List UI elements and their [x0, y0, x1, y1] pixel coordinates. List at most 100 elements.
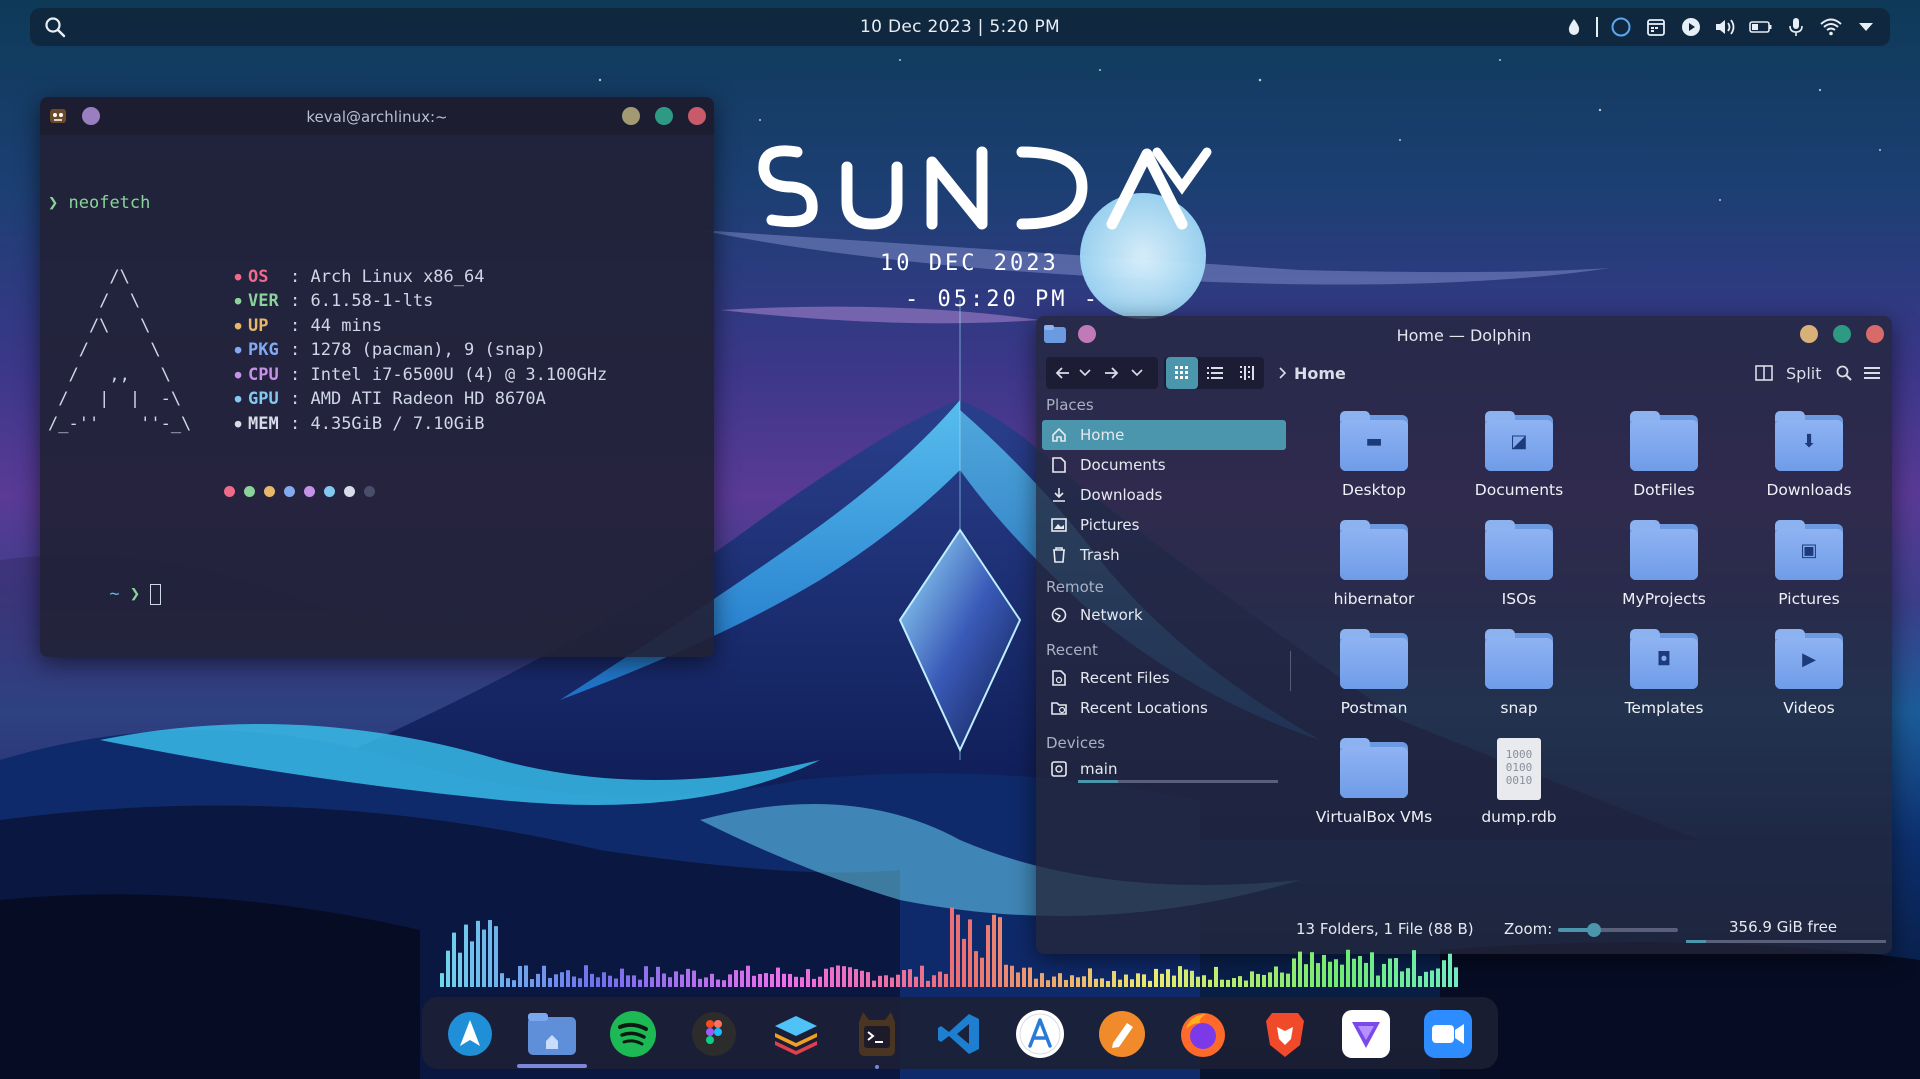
brave-icon[interactable]: [1257, 1006, 1313, 1062]
visualizer-bar: [980, 957, 984, 987]
zoom-slider[interactable]: [1558, 923, 1678, 937]
file-item[interactable]: ▣ Pictures: [1739, 520, 1879, 608]
file-item[interactable]: ◪ Documents: [1449, 411, 1589, 499]
split-button[interactable]: Split: [1786, 357, 1821, 389]
terminal-titlebar[interactable]: keval@archlinux:~: [40, 97, 714, 135]
file-item[interactable]: ISOs: [1449, 520, 1589, 608]
file-item[interactable]: MyProjects: [1594, 520, 1734, 608]
close-button[interactable]: [688, 107, 706, 125]
info-bullet-icon: ●: [234, 416, 242, 430]
file-name: Documents: [1474, 481, 1564, 499]
visualizer-bar: [1286, 973, 1290, 987]
visualizer-bar: [908, 969, 912, 987]
zoom-slider-handle[interactable]: [1587, 923, 1601, 937]
visualizer-bar: [746, 965, 750, 987]
search-icon[interactable]: [1832, 357, 1856, 389]
chevron-down-icon[interactable]: [1853, 15, 1878, 39]
file-name: Templates: [1624, 699, 1704, 717]
visualizer-bar: [1280, 972, 1284, 987]
firefox-icon[interactable]: [1175, 1006, 1231, 1062]
file-item[interactable]: snap: [1449, 629, 1589, 717]
zoom-icon[interactable]: [1420, 1006, 1476, 1062]
sidebar-item-recent-locations[interactable]: Recent Locations: [1042, 693, 1286, 723]
back-arrow-icon[interactable]: [1052, 357, 1074, 389]
logo-line: / ,, \: [48, 364, 171, 385]
play-icon[interactable]: [1678, 15, 1703, 39]
split-view-icon[interactable]: [1752, 357, 1776, 389]
device-usage-bar: [1078, 780, 1278, 783]
files-icon[interactable]: [524, 1006, 580, 1062]
calendar-icon[interactable]: [1643, 15, 1668, 39]
close-button[interactable]: [1866, 325, 1884, 343]
visualizer-bar: [728, 974, 732, 987]
circle-icon[interactable]: [1608, 15, 1633, 39]
visualizer-bar: [722, 980, 726, 987]
drop-icon[interactable]: [1561, 15, 1586, 39]
file-item[interactable]: ⬇ Downloads: [1739, 411, 1879, 499]
visualizer-bar: [458, 952, 462, 987]
inkscape-pen-icon[interactable]: [1094, 1006, 1150, 1062]
running-app-dot: [875, 1065, 879, 1069]
sidebar-item-network[interactable]: Network: [1042, 600, 1286, 630]
maximize-button[interactable]: [655, 107, 673, 125]
file-item[interactable]: ◘ Templates: [1594, 629, 1734, 717]
sidebar-item-pictures[interactable]: Pictures: [1042, 510, 1286, 540]
templates-folder-icon: ◘: [1628, 629, 1700, 691]
visualizer-bar: [890, 977, 894, 987]
icons-view-icon[interactable]: [1166, 357, 1198, 389]
back-history-chevron-icon[interactable]: [1076, 357, 1094, 389]
visualizer-bar: [764, 973, 768, 987]
battery-icon[interactable]: [1748, 15, 1773, 39]
visualizer-bar: [566, 970, 570, 987]
minimize-button[interactable]: [622, 107, 640, 125]
sidebar-item-documents[interactable]: Documents: [1042, 450, 1286, 480]
sidebar-item-main[interactable]: main: [1042, 754, 1286, 784]
maximize-button[interactable]: [1833, 325, 1851, 343]
sidebar-item-trash[interactable]: Trash: [1042, 540, 1286, 570]
visualizer-bar: [1040, 973, 1044, 987]
palette-dot: [324, 485, 335, 497]
figma-icon[interactable]: [686, 1006, 742, 1062]
minimize-button[interactable]: [1800, 325, 1818, 343]
volume-icon[interactable]: [1713, 15, 1738, 39]
terminal-icon[interactable]: [849, 1006, 905, 1062]
file-item[interactable]: hibernator: [1304, 520, 1444, 608]
file-item[interactable]: DotFiles: [1594, 411, 1734, 499]
visualizer-bar: [1310, 952, 1314, 987]
visualizer-bar: [1034, 978, 1038, 987]
proton-vpn-icon[interactable]: [1338, 1006, 1394, 1062]
home-icon: [1050, 426, 1068, 444]
visualizer-bar: [1184, 969, 1188, 987]
compact-view-icon[interactable]: [1232, 357, 1262, 389]
app-store-icon[interactable]: [1012, 1006, 1068, 1062]
file-item[interactable]: Postman: [1304, 629, 1444, 717]
terminal-output[interactable]: ❯ neofetch /\ / \ /\ \ / \ / ,, \ / | | …: [48, 142, 607, 680]
file-item[interactable]: 1000 0100 0010 dump.rdb: [1449, 738, 1589, 826]
file-item[interactable]: VirtualBox VMs: [1304, 738, 1444, 826]
folder-icon: [1628, 520, 1700, 582]
file-item[interactable]: ▬ Desktop: [1304, 411, 1444, 499]
sidebar-item-home[interactable]: Home: [1042, 420, 1286, 450]
sidebar-section-places: Places: [1046, 396, 1094, 414]
spotify-icon[interactable]: [605, 1006, 661, 1062]
vscode-icon[interactable]: [931, 1006, 987, 1062]
sidebar-item-downloads[interactable]: Downloads: [1042, 480, 1286, 510]
microphone-icon[interactable]: [1783, 15, 1808, 39]
hamburger-menu-icon[interactable]: [1860, 357, 1884, 389]
visualizer-bar: [512, 980, 516, 987]
forward-history-chevron-icon[interactable]: [1128, 357, 1146, 389]
info-separator: :: [290, 315, 311, 336]
logo-line: /\: [48, 266, 130, 287]
sidebar-item-recent-files[interactable]: Recent Files: [1042, 663, 1286, 693]
file-item[interactable]: ▶ Videos: [1739, 629, 1879, 717]
wifi-icon[interactable]: [1818, 15, 1843, 39]
details-view-icon[interactable]: [1200, 357, 1230, 389]
arch-store-icon[interactable]: [442, 1006, 498, 1062]
layers-icon[interactable]: [768, 1006, 824, 1062]
visualizer-bar: [506, 978, 510, 987]
forward-arrow-icon[interactable]: [1100, 357, 1122, 389]
info-value: Intel i7-6500U (4) @ 3.100GHz: [310, 364, 608, 385]
visualizer-bar: [824, 968, 828, 987]
breadcrumb-home[interactable]: Home: [1294, 357, 1346, 389]
visualizer-bar: [470, 941, 474, 987]
